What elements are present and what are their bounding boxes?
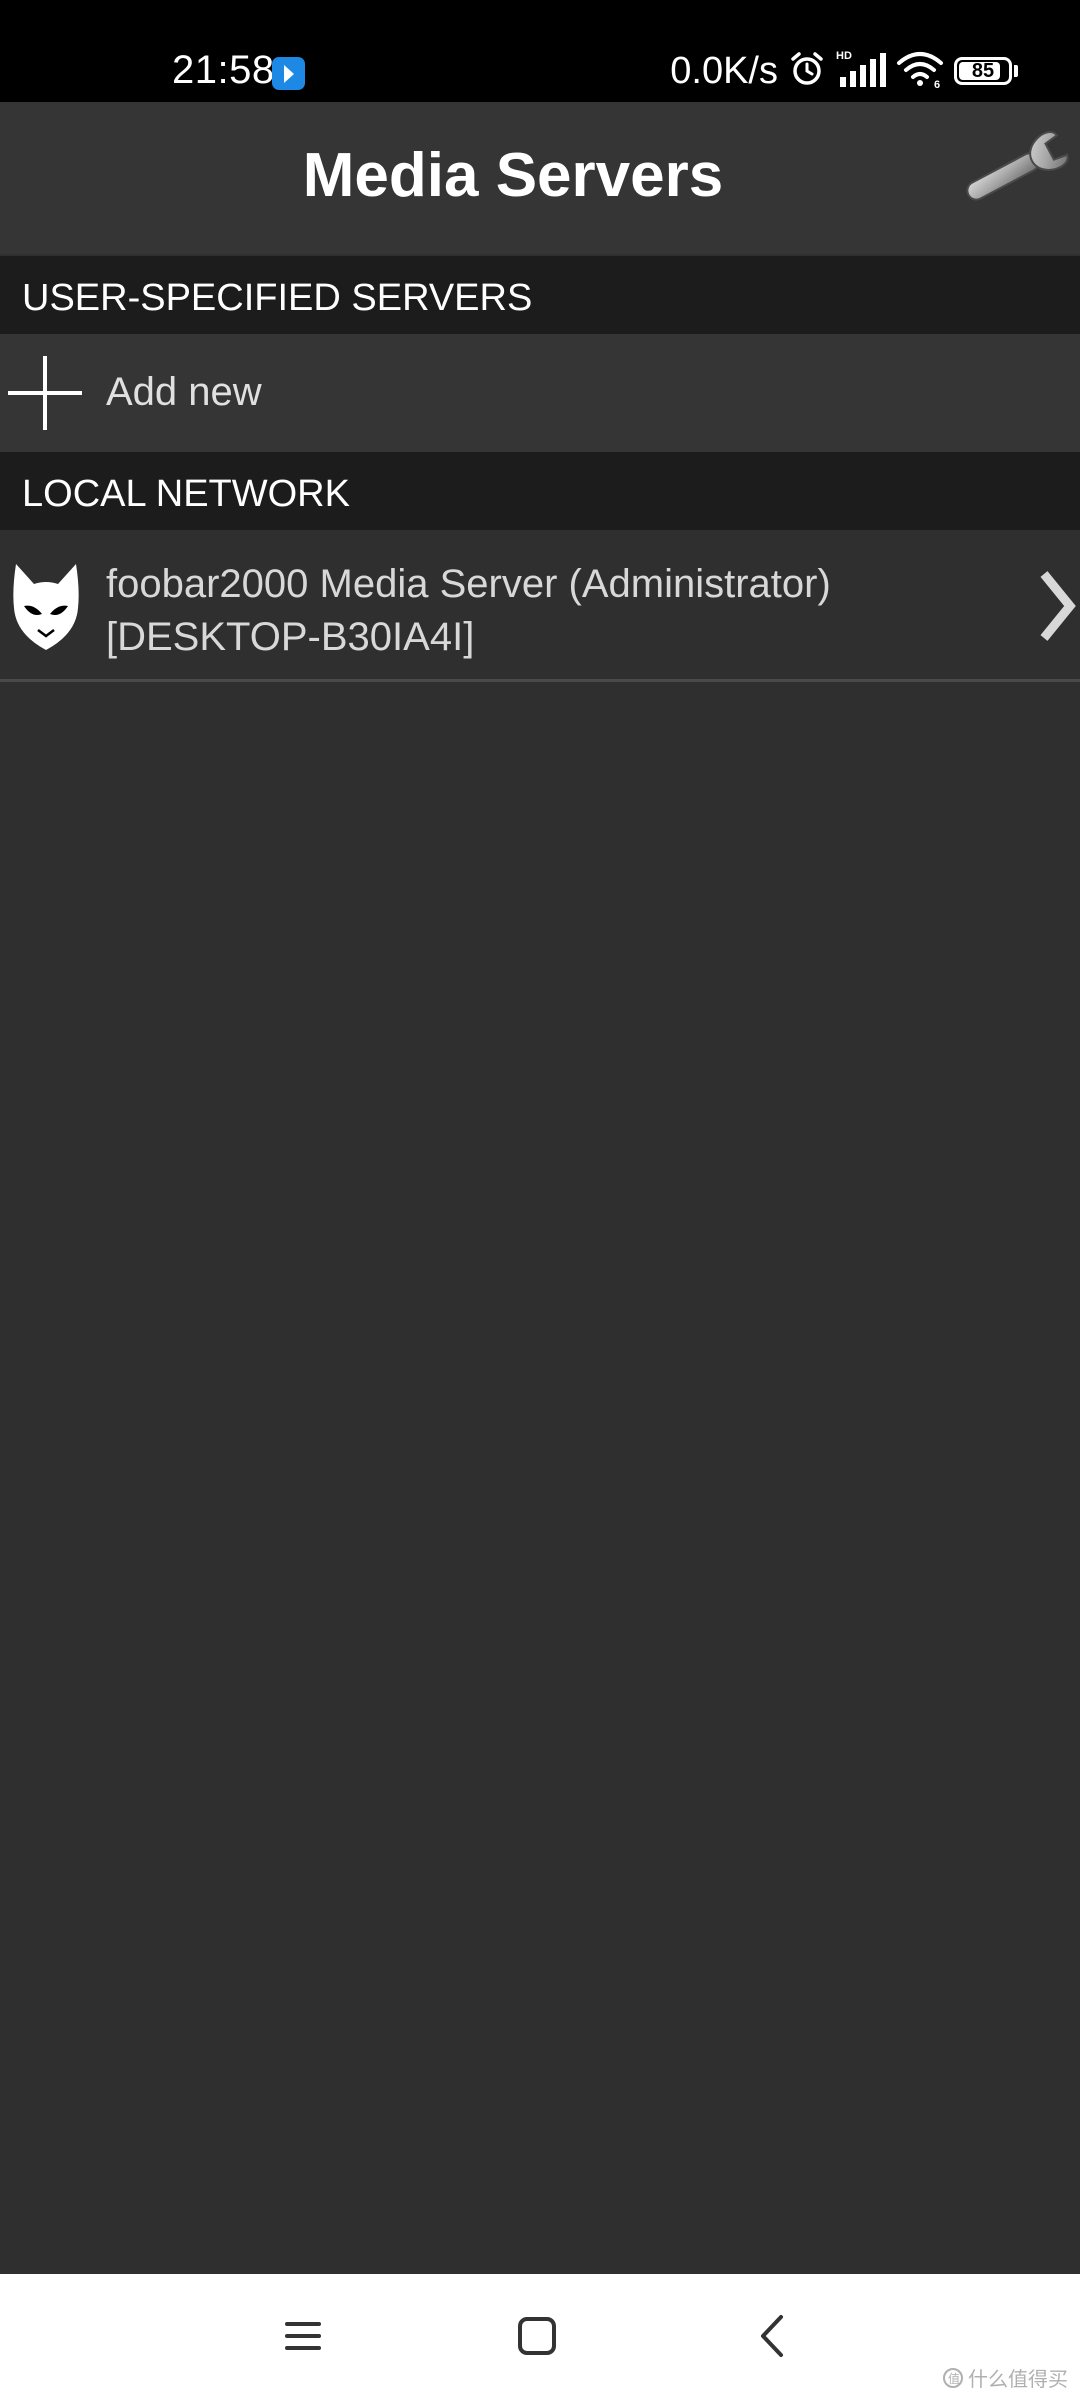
foobar2000-icon [10, 560, 82, 652]
battery-icon: 85 [954, 57, 1012, 85]
network-speed: 0.0K/s [670, 49, 778, 92]
add-new-server-button[interactable]: Add new [0, 334, 1080, 452]
watermark-text: 什么值得买 [968, 2369, 1068, 2391]
home-icon [517, 2316, 557, 2361]
page-title: Media Servers [302, 141, 724, 210]
server-list-item[interactable]: foobar2000 Media Server (Administrator) … [0, 530, 1080, 682]
home-button[interactable] [507, 2308, 567, 2368]
menu-icon [283, 2318, 323, 2359]
svg-text:值: 值 [948, 2371, 960, 2386]
status-bar: 21:58 0.0K/s HD 6 85 [0, 0, 1080, 102]
navigation-bar: 值 什么值得买 [0, 2274, 1080, 2400]
screen: 21:58 0.0K/s HD 6 85 Media Servers USER-… [0, 0, 1080, 2400]
section-header-user-specified: USER-SPECIFIED SERVERS [0, 256, 1080, 334]
hd-signal-icon: HD [836, 49, 886, 94]
svg-text:6: 6 [934, 79, 940, 89]
back-icon [757, 2314, 787, 2363]
battery-tip [1014, 65, 1018, 77]
app-notification-icon [272, 57, 305, 90]
settings-button[interactable] [952, 120, 1074, 224]
server-name: foobar2000 Media Server (Administrator) [106, 562, 831, 606]
server-host: [DESKTOP-B30IA4I] [106, 615, 475, 659]
chevron-right-icon [1036, 570, 1080, 642]
svg-text:HD: HD [836, 50, 852, 62]
section-header-local-network: LOCAL NETWORK [0, 452, 1080, 530]
watermark-logo-icon: 值 [943, 2367, 963, 2388]
status-indicators: 0.0K/s HD 6 85 [670, 48, 1018, 94]
add-new-label: Add new [106, 370, 262, 414]
menu-button[interactable] [273, 2308, 333, 2368]
watermark: 值 什么值得买 [942, 2363, 1068, 2392]
wrench-icon [954, 124, 1072, 221]
battery-level: 85 [971, 59, 995, 82]
back-button[interactable] [742, 2308, 802, 2368]
alarm-icon [788, 50, 826, 93]
title-bar: Media Servers [0, 102, 1080, 254]
status-time: 21:58 [172, 48, 275, 92]
wifi-icon: 6 [896, 49, 944, 94]
plus-icon [8, 356, 82, 430]
